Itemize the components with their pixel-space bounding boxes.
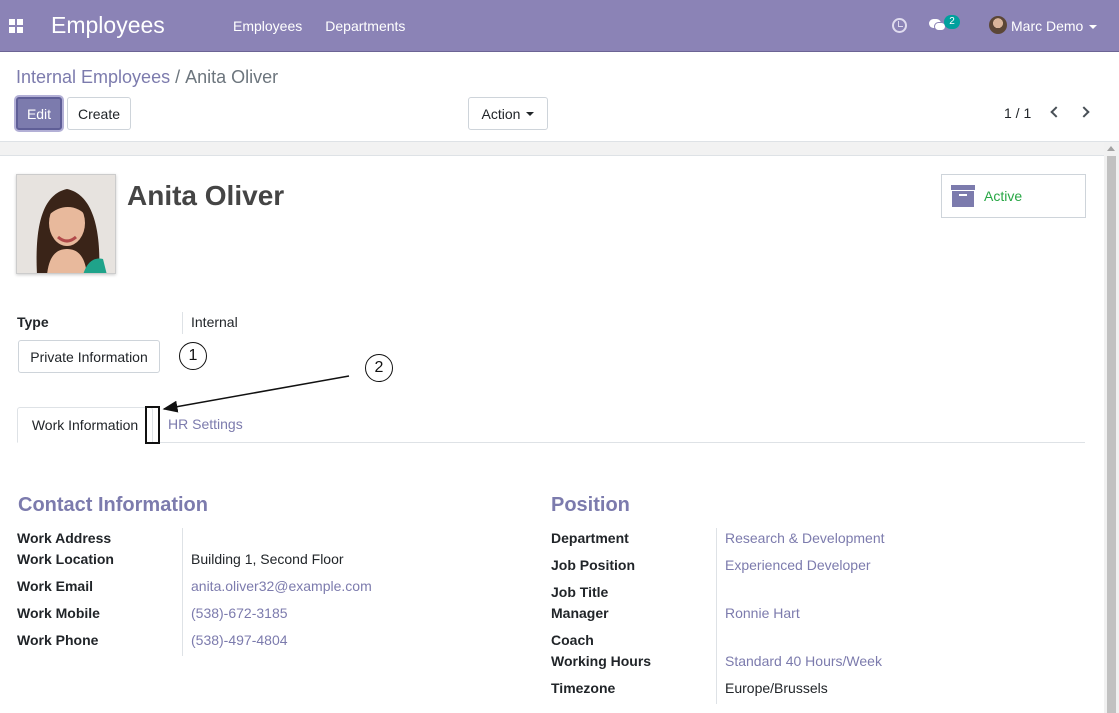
job-title-label: Job Title	[551, 584, 609, 600]
divider	[716, 528, 717, 704]
work-phone-link[interactable]: (538)-497-4804	[191, 632, 288, 648]
position-title: Position	[551, 494, 630, 516]
work-location-value[interactable]: Building 1, Second Floor	[191, 551, 344, 567]
working-hours-link[interactable]: Standard 40 Hours/Week	[725, 653, 882, 669]
job-position-label: Job Position	[551, 557, 635, 573]
work-mobile-label: Work Mobile	[17, 605, 100, 621]
department-label: Department	[551, 530, 629, 546]
contact-information-title: Contact Information	[18, 494, 208, 516]
tab-work-information[interactable]: Work Information	[17, 407, 153, 443]
coach-label: Coach	[551, 632, 594, 648]
manager-label: Manager	[551, 605, 609, 621]
work-mobile-link[interactable]: (538)-672-3185	[191, 605, 288, 621]
job-position-link[interactable]: Experienced Developer	[725, 557, 871, 573]
divider	[182, 528, 183, 656]
annotation-highlight-box	[145, 406, 160, 444]
timezone-value[interactable]: Europe/Brussels	[725, 680, 828, 696]
tab-hr-settings[interactable]: HR Settings	[168, 416, 243, 432]
department-link[interactable]: Research & Development	[725, 530, 885, 546]
timezone-label: Timezone	[551, 680, 616, 696]
work-address-label: Work Address	[17, 530, 112, 546]
work-email-link[interactable]: anita.oliver32@example.com	[191, 578, 372, 594]
work-email-label: Work Email	[17, 578, 93, 594]
work-phone-label: Work Phone	[17, 632, 99, 648]
working-hours-label: Working Hours	[551, 653, 652, 669]
work-location-label: Work Location	[17, 551, 114, 567]
tabs-baseline	[17, 442, 1085, 443]
manager-link[interactable]: Ronnie Hart	[725, 605, 800, 621]
